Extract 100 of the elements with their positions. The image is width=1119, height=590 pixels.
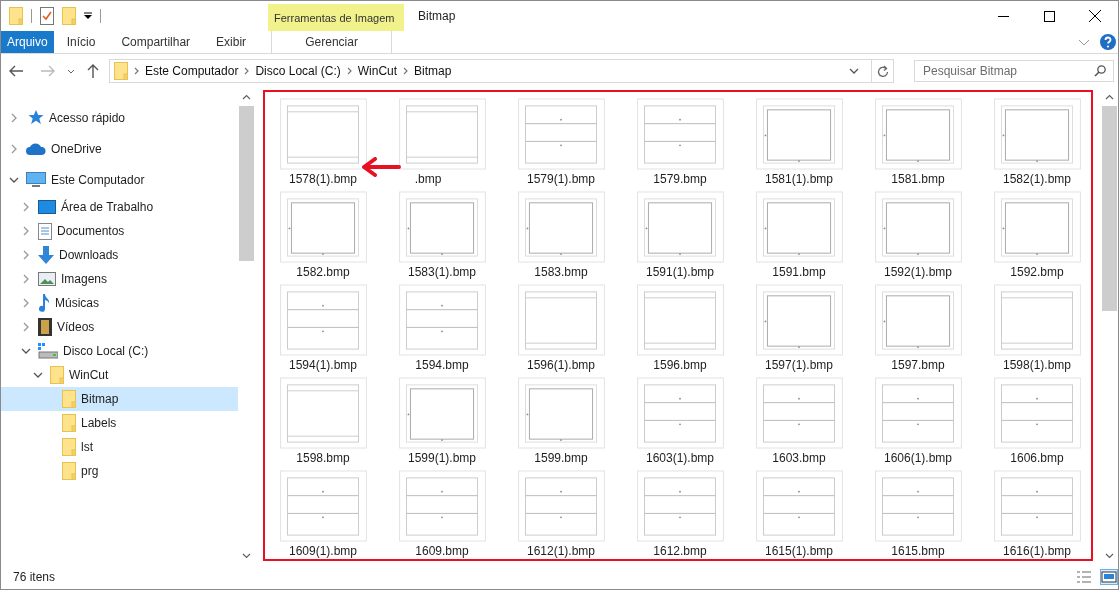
chevron-right-icon[interactable]	[23, 250, 29, 260]
file-item[interactable]: 1594.bmp	[394, 284, 490, 372]
up-button[interactable]	[87, 64, 99, 78]
folder-icon	[62, 414, 76, 432]
file-item[interactable]: 1598.bmp	[275, 377, 371, 465]
tree-item[interactable]: lst	[1, 435, 238, 459]
file-item[interactable]: 1591(1).bmp	[632, 191, 728, 279]
scroll-down-icon[interactable]	[242, 553, 251, 559]
file-item[interactable]: 1581(1).bmp	[751, 98, 847, 186]
search-field[interactable]: Pesquisar Bitmap	[914, 60, 1114, 82]
file-item[interactable]: 1609.bmp	[394, 470, 490, 558]
tree-item[interactable]: Bitmap	[1, 387, 238, 411]
file-item[interactable]: 1598(1).bmp	[989, 284, 1085, 372]
scroll-thumb[interactable]	[1102, 106, 1117, 311]
file-item[interactable]: 1597.bmp	[870, 284, 966, 372]
file-item[interactable]: 1599.bmp	[513, 377, 609, 465]
chevron-right-icon[interactable]	[11, 143, 17, 154]
folder-icon	[62, 390, 76, 408]
address-bar[interactable]: Este Computador Disco Local (C:) WinCut Bitmap	[109, 59, 894, 83]
music-note-icon	[38, 294, 50, 312]
tree-item[interactable]: Área de Trabalho	[1, 195, 238, 219]
breadcrumb[interactable]: WinCut	[357, 64, 398, 78]
breadcrumb-separator-icon[interactable]	[134, 67, 139, 75]
file-item[interactable]: 1603.bmp	[751, 377, 847, 465]
file-name: 1615.bmp	[891, 544, 945, 558]
chevron-right-icon[interactable]	[23, 322, 29, 332]
file-item[interactable]: 1594(1).bmp	[275, 284, 371, 372]
file-item[interactable]: 1596.bmp	[632, 284, 728, 372]
file-item[interactable]: 1583.bmp	[513, 191, 609, 279]
new-folder-icon	[62, 7, 76, 25]
file-name: .bmp	[414, 172, 443, 186]
ribbon-tab[interactable]: Compartilhar	[108, 31, 204, 53]
file-item[interactable]: 1596(1).bmp	[513, 284, 609, 372]
file-item[interactable]: 1592.bmp	[989, 191, 1085, 279]
scroll-up-icon[interactable]	[1105, 94, 1114, 100]
file-item[interactable]: 1609(1).bmp	[275, 470, 371, 558]
ribbon-tab[interactable]: Exibir	[203, 31, 260, 53]
chevron-right-icon[interactable]	[11, 112, 17, 123]
folder-icon	[62, 438, 76, 456]
chevron-right-icon[interactable]	[23, 298, 29, 308]
tree-item[interactable]: OneDrive	[1, 133, 238, 164]
chevron-right-icon[interactable]	[23, 202, 29, 212]
tree-item[interactable]: Documentos	[1, 219, 238, 243]
file-item[interactable]: 1579.bmp	[632, 98, 728, 186]
help-icon[interactable]	[1100, 34, 1116, 50]
chevron-down-icon[interactable]	[33, 372, 43, 378]
file-item[interactable]: 1592(1).bmp	[870, 191, 966, 279]
file-item[interactable]: 1612(1).bmp	[513, 470, 609, 558]
chevron-down-icon[interactable]	[21, 348, 31, 354]
file-item[interactable]: 1581.bmp	[870, 98, 966, 186]
tree-item[interactable]: Labels	[1, 411, 238, 435]
breadcrumb-separator-icon[interactable]	[403, 67, 409, 75]
file-item[interactable]: 1616(1).bmp	[989, 470, 1085, 558]
back-button[interactable]	[9, 65, 23, 77]
ribbon-tab[interactable]: Gerenciar	[271, 31, 393, 53]
breadcrumb-separator-icon[interactable]	[346, 67, 352, 75]
file-item[interactable]: 1579(1).bmp	[513, 98, 609, 186]
file-item[interactable]: 1597(1).bmp	[751, 284, 847, 372]
tree-item[interactable]: Disco Local (C:)	[1, 339, 238, 363]
file-item[interactable]: 1615.bmp	[870, 470, 966, 558]
breadcrumb[interactable]: Bitmap	[414, 64, 452, 78]
tree-item[interactable]: Vídeos	[1, 315, 238, 339]
tree-item[interactable]: Músicas	[1, 291, 238, 315]
folder-icon	[50, 366, 64, 384]
file-item[interactable]: 1599(1).bmp	[394, 377, 490, 465]
tree-item[interactable]: Imagens	[1, 267, 238, 291]
tree-item[interactable]: Este Computador	[1, 164, 238, 195]
file-item[interactable]: 1582(1).bmp	[989, 98, 1085, 186]
tree-item[interactable]: Acesso rápido	[1, 102, 238, 133]
chevron-right-icon[interactable]	[23, 274, 29, 284]
thumbnails-view-button[interactable]	[1100, 569, 1118, 585]
file-item[interactable]: 1606.bmp	[989, 377, 1085, 465]
cloud-icon	[26, 142, 46, 155]
file-item[interactable]: 1591.bmp	[751, 191, 847, 279]
file-item[interactable]: 1582.bmp	[275, 191, 371, 279]
scroll-up-icon[interactable]	[242, 94, 251, 100]
file-name: 1609.bmp	[415, 544, 469, 558]
tree-item[interactable]: prg	[1, 459, 238, 483]
chevron-right-icon[interactable]	[23, 226, 29, 236]
file-item[interactable]: .bmp	[394, 98, 490, 186]
file-name: 1612(1).bmp	[526, 544, 595, 558]
chevron-down-icon[interactable]	[9, 176, 19, 183]
breadcrumb[interactable]: Disco Local (C:)	[255, 64, 341, 78]
file-item[interactable]: 1583(1).bmp	[394, 191, 490, 279]
tree-item[interactable]: WinCut	[1, 363, 238, 387]
ribbon-tab[interactable]: Arquivo	[1, 31, 54, 53]
file-item[interactable]: 1615(1).bmp	[751, 470, 847, 558]
breadcrumb[interactable]: Este Computador	[145, 64, 239, 78]
file-item[interactable]: 1603(1).bmp	[632, 377, 728, 465]
scroll-down-icon[interactable]	[1105, 553, 1114, 559]
file-item[interactable]: 1578(1).bmp	[275, 98, 371, 186]
properties-icon[interactable]	[40, 7, 54, 25]
tree-item[interactable]: Downloads	[1, 243, 238, 267]
breadcrumb-separator-icon[interactable]	[244, 67, 250, 75]
ribbon-tab[interactable]: Início	[53, 31, 109, 53]
chevron-down-icon	[849, 68, 859, 74]
recent-locations-button[interactable]	[67, 68, 75, 74]
dropdown-icon[interactable]	[84, 12, 92, 20]
file-item[interactable]: 1612.bmp	[632, 470, 728, 558]
file-item[interactable]: 1606(1).bmp	[870, 377, 966, 465]
